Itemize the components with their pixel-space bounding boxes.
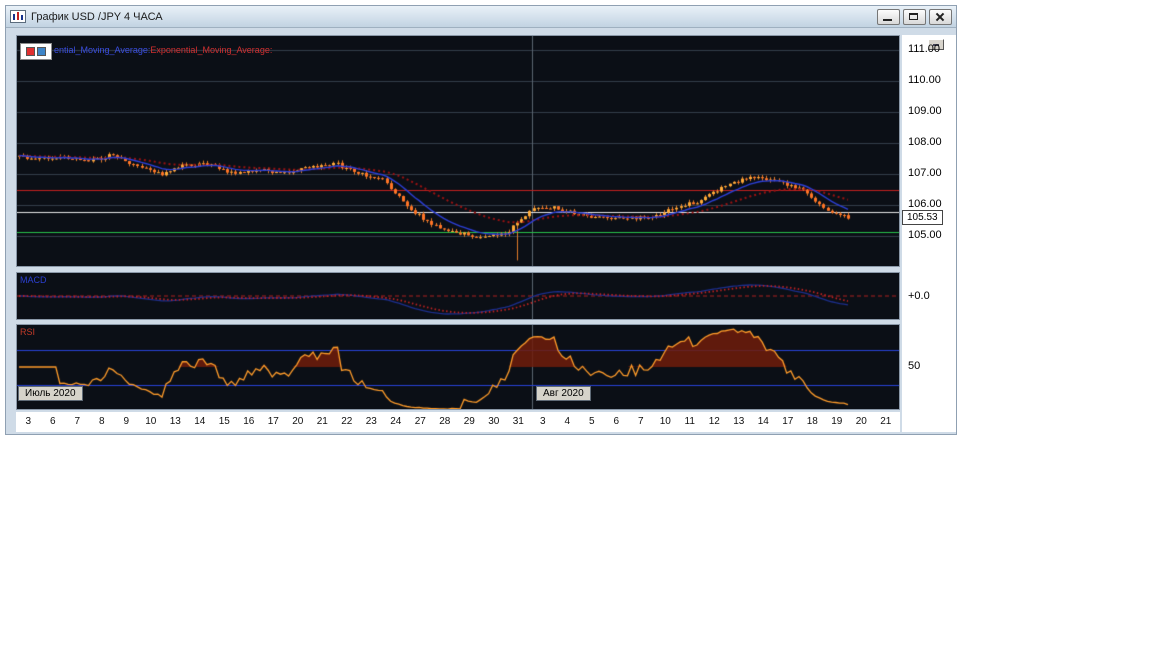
price-axis-label: 111.00 — [908, 42, 941, 55]
minimize-icon — [883, 18, 892, 21]
maximize-button[interactable] — [903, 8, 926, 25]
time-axis-label: 29 — [463, 416, 475, 427]
time-axis-label: 6 — [49, 416, 56, 427]
macd-panel-label: MACD — [20, 275, 47, 285]
time-axis-label: 6 — [613, 416, 620, 427]
time-axis-label: 13 — [733, 416, 745, 427]
last-price-tag: 105.53 — [902, 210, 943, 226]
price-axis-label: 108.00 — [908, 135, 942, 148]
month-label-july: Июль 2020 — [18, 386, 83, 401]
time-axis-label: 5 — [588, 416, 595, 427]
time-axis-label: 30 — [488, 416, 500, 427]
time-axis-label: 15 — [218, 416, 230, 427]
ema-blue-label: ential_Moving_Average: — [54, 45, 151, 55]
time-axis-label: 3 — [539, 416, 546, 427]
ema-blue-swatch-icon — [37, 47, 46, 56]
price-axis-label: 109.00 — [908, 104, 942, 117]
close-button[interactable] — [929, 8, 952, 25]
maximize-icon — [909, 12, 918, 20]
price-axis[interactable]: 105.53 +0.0 50 111.00 110.00 109.00 108.00 1… — [902, 35, 956, 432]
window-controls — [877, 8, 952, 25]
time-axis-label: 27 — [414, 416, 426, 427]
time-axis-label: 31 — [512, 416, 524, 427]
macd-zero-label: +0.0 — [908, 290, 930, 302]
time-axis-label: 11 — [684, 416, 695, 427]
macd-panel-canvas[interactable] — [17, 273, 899, 319]
chart-window: График USD /JPY 4 ЧАСА ential_Moving_Ave… — [5, 5, 957, 435]
window-chart-icon — [10, 10, 26, 23]
time-axis-label: 12 — [708, 416, 720, 427]
price-axis-label: 110.00 — [908, 73, 941, 86]
price-panel: ential_Moving_Average:Exponential_Moving… — [16, 35, 900, 267]
time-axis-label: 24 — [390, 416, 402, 427]
time-axis-label: 7 — [74, 416, 81, 427]
time-axis-label: 18 — [806, 416, 818, 427]
time-axis-label: 20 — [292, 416, 304, 427]
price-axis-label: 105.00 — [908, 228, 942, 241]
time-axis-label: 13 — [169, 416, 181, 427]
time-axis-label: 10 — [145, 416, 157, 427]
macd-panel: MACD — [16, 272, 900, 320]
ema-red-swatch-icon — [26, 47, 35, 56]
ema-red-label: Exponential_Moving_Average: — [150, 45, 273, 55]
time-axis-label: 3 — [25, 416, 32, 427]
time-axis-label: 9 — [123, 416, 130, 427]
month-label-aug: Авг 2020 — [536, 386, 591, 401]
time-axis-label: 7 — [637, 416, 644, 427]
time-axis-label: 10 — [659, 416, 671, 427]
time-axis-label: 23 — [365, 416, 377, 427]
time-axis-label: 22 — [341, 416, 353, 427]
price-axis-label: 106.00 — [908, 197, 942, 210]
close-icon — [930, 10, 951, 24]
time-axis-label: 16 — [243, 416, 255, 427]
minimize-button[interactable] — [877, 8, 900, 25]
title-bar[interactable]: График USD /JPY 4 ЧАСА — [6, 6, 956, 28]
time-axis-label: 14 — [194, 416, 206, 427]
indicator-legend-text: ential_Moving_Average:Exponential_Moving… — [54, 45, 272, 55]
time-axis-label: 19 — [831, 416, 843, 427]
time-axis-label: 17 — [267, 416, 279, 427]
time-axis-label: 4 — [564, 416, 571, 427]
indicator-legend[interactable] — [20, 43, 52, 60]
time-axis-label: 20 — [855, 416, 867, 427]
time-axis-label: 14 — [757, 416, 769, 427]
rsi-panel-label: RSI — [20, 327, 36, 337]
rsi-panel-canvas[interactable] — [17, 325, 899, 409]
price-axis-label: 107.00 — [908, 166, 942, 179]
time-axis-label: 21 — [316, 416, 328, 427]
time-axis-label: 21 — [880, 416, 892, 427]
price-panel-canvas[interactable] — [17, 36, 899, 266]
time-axis-label: 8 — [98, 416, 105, 427]
window-title: График USD /JPY 4 ЧАСА — [31, 10, 163, 23]
time-axis[interactable]: 3 6 7 8 9 10 13 14 15 16 17 20 21 22 23 24 27 28 29 30 31 3 4 5… — [16, 412, 900, 432]
time-axis-label: 28 — [439, 416, 451, 427]
chart-area: ential_Moving_Average:Exponential_Moving… — [16, 35, 956, 433]
time-axis-label: 17 — [782, 416, 794, 427]
rsi-panel: RSI — [16, 324, 900, 410]
rsi-mid-label: 50 — [908, 360, 921, 372]
